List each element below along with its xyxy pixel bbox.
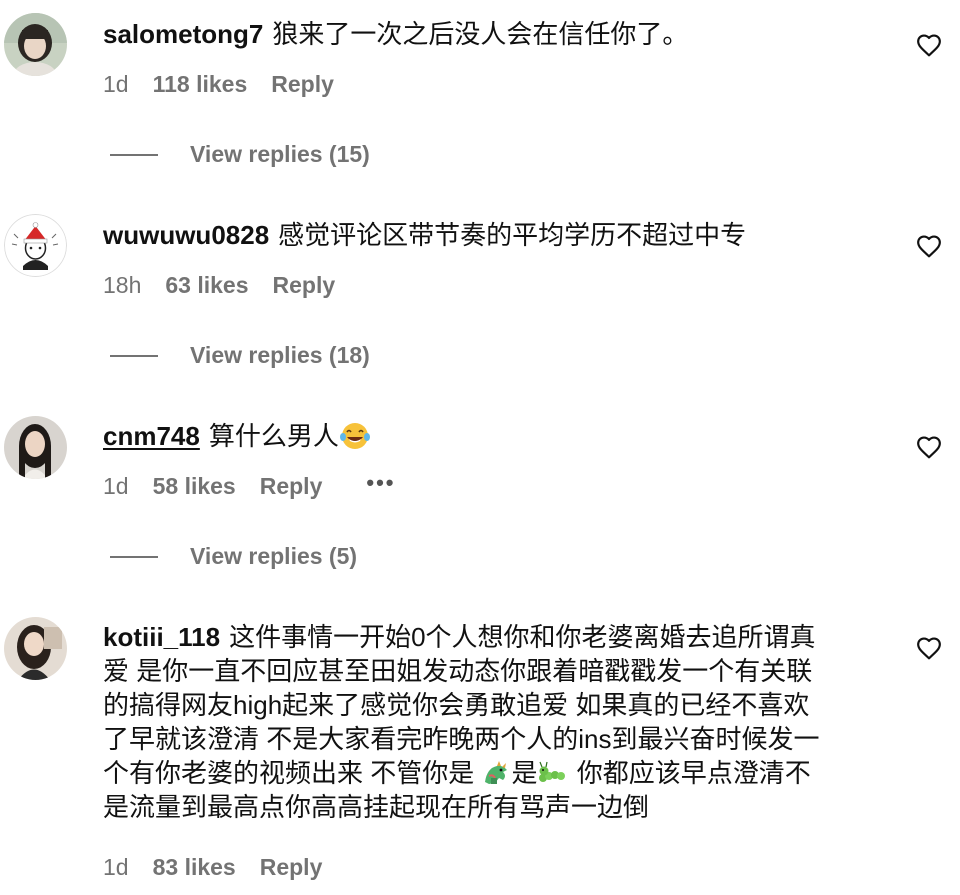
- comment-username[interactable]: cnm748: [103, 421, 200, 451]
- comment-content-line: 爱 是你一直不回应甚至田姐发动态你跟着暗戳戳发一个有关联: [103, 656, 813, 686]
- avatar[interactable]: [4, 416, 67, 479]
- comment-content-line: 你都应该早点澄清不: [576, 758, 811, 788]
- comment-content: 感觉评论区带节奏的平均学历不超过中专: [278, 220, 747, 250]
- comment-body: kotiii_118 这件事情一开始0个人想你和你老婆离婚去追所谓真爱 是你一直不…: [103, 620, 883, 824]
- comment-likes[interactable]: 63 likes: [165, 272, 248, 299]
- comment-text: kotiii_118 这件事情一开始0个人想你和你老婆离婚去追所谓真爱 是你一直不…: [103, 620, 883, 824]
- comment-username[interactable]: salometong7: [103, 19, 263, 49]
- comment-meta: 18h 63 likes Reply: [103, 272, 335, 299]
- comment-body: salometong7 狼来了一次之后没人会在信任你了。: [103, 17, 883, 51]
- comment-username[interactable]: wuwuwu0828: [103, 220, 269, 250]
- comment-content: 狼来了一次之后没人会在信任你了。: [272, 19, 689, 49]
- comment-text: wuwuwu0828 感觉评论区带节奏的平均学历不超过中专: [103, 218, 883, 252]
- comment-body: cnm748 算什么男人: [103, 419, 883, 453]
- more-options-button[interactable]: •••: [366, 470, 395, 496]
- comment-body: wuwuwu0828 感觉评论区带节奏的平均学历不超过中专: [103, 218, 883, 252]
- comment-meta: 1d 83 likes Reply: [103, 854, 322, 881]
- comment-text: salometong7 狼来了一次之后没人会在信任你了。: [103, 17, 883, 51]
- avatar[interactable]: [4, 214, 67, 277]
- view-replies-button[interactable]: View replies (5): [110, 543, 357, 570]
- comment-content: 算什么男人: [208, 421, 339, 451]
- divider-line: [110, 153, 158, 156]
- heart-outline-icon[interactable]: [916, 33, 942, 57]
- view-replies-label: View replies (15): [190, 141, 370, 167]
- comment-likes[interactable]: 83 likes: [153, 854, 236, 881]
- comment-likes[interactable]: 118 likes: [153, 71, 248, 98]
- caterpillar-icon: [539, 761, 566, 782]
- divider-line: [110, 354, 158, 357]
- comment-text: cnm748 算什么男人: [103, 419, 883, 453]
- comment-content-line: 是: [511, 758, 538, 788]
- reply-button[interactable]: Reply: [260, 473, 323, 500]
- comment-time[interactable]: 18h: [103, 272, 141, 299]
- comment-time[interactable]: 1d: [103, 71, 129, 98]
- comment-content-line: 了早就该澄清 不是大家看完昨晚两个人的ins到最兴奋时候发一: [103, 724, 820, 754]
- comment-time[interactable]: 1d: [103, 854, 129, 881]
- comment-likes[interactable]: 58 likes: [153, 473, 236, 500]
- comment-content-line: 是流量到最高点你高高挂起现在所有骂声一边倒: [103, 792, 650, 822]
- view-replies-label: View replies (5): [190, 543, 358, 569]
- heart-outline-icon[interactable]: [916, 636, 942, 660]
- avatar[interactable]: [4, 617, 67, 680]
- reply-button[interactable]: Reply: [271, 71, 334, 98]
- view-replies-button[interactable]: View replies (18): [110, 342, 370, 369]
- comment-time[interactable]: 1d: [103, 473, 129, 500]
- face-with-tears-of-joy-icon: [339, 423, 370, 449]
- reply-button[interactable]: Reply: [260, 854, 323, 881]
- heart-outline-icon[interactable]: [916, 234, 942, 258]
- comment-content-line: 的搞得网友high起来了感觉你会勇敢追爱 如果真的已经不喜欢: [103, 690, 810, 720]
- heart-outline-icon[interactable]: [916, 435, 942, 459]
- divider-line: [110, 555, 158, 558]
- comment-username[interactable]: kotiii_118: [103, 622, 220, 652]
- reply-button[interactable]: Reply: [273, 272, 336, 299]
- comment-meta: 1d 118 likes Reply: [103, 71, 334, 98]
- view-replies-label: View replies (18): [190, 342, 370, 368]
- comment-content-line: 这件事情一开始0个人想你和你老婆离婚去追所谓真: [229, 622, 816, 652]
- comment-content-line: 个有你老婆的视频出来 不管你是: [103, 758, 475, 788]
- view-replies-button[interactable]: View replies (15): [110, 141, 370, 168]
- dragon-icon: [485, 761, 508, 784]
- avatar[interactable]: [4, 13, 67, 76]
- comment-meta: 1d 58 likes Reply •••: [103, 470, 395, 500]
